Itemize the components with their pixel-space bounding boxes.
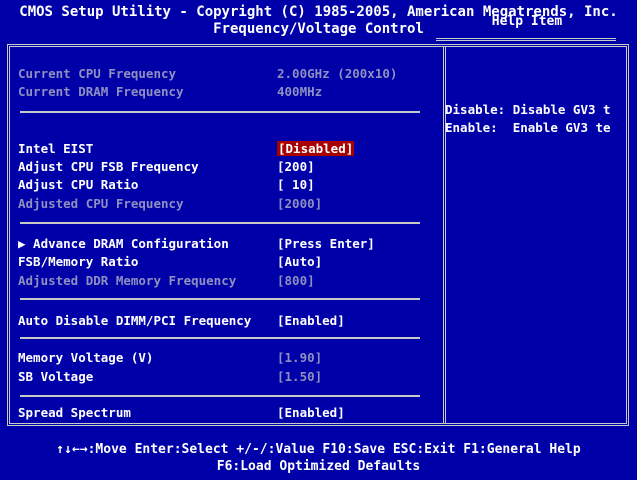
load-defaults-hint: F6:Load Optimized Defaults	[216, 459, 421, 474]
current-dram-frequency-label: Current DRAM Frequency	[18, 84, 184, 99]
help-separator	[436, 38, 616, 41]
key-help-footer: ↑↓←→:Move Enter:Select +/-/:Value F10:Sa…	[0, 430, 637, 480]
current-cpu-frequency-label: Current CPU Frequency	[18, 66, 177, 81]
help-line-disable: Disable: Disable GV3 t	[445, 102, 611, 117]
section-separator	[20, 395, 420, 397]
adjust-cpu-ratio-label[interactable]: Adjust CPU Ratio	[18, 177, 138, 192]
adjust-cpu-ratio-value[interactable]: [ 10]	[277, 177, 315, 192]
help-item-title: Help Item	[491, 14, 563, 29]
intel-eist-label[interactable]: Intel EIST	[18, 141, 93, 156]
advance-dram-configuration-value[interactable]: [Press Enter]	[277, 236, 375, 251]
help-line-enable: Enable: Enable GV3 te	[445, 120, 611, 135]
memory-voltage-label[interactable]: Memory Voltage (V)	[18, 350, 153, 365]
current-cpu-frequency-value: 2.00GHz (200x10)	[277, 66, 398, 81]
section-separator	[20, 298, 420, 300]
fsb-memory-ratio-label[interactable]: FSB/Memory Ratio	[18, 254, 138, 269]
current-dram-frequency-value: 400MHz	[277, 84, 323, 99]
adjusted-cpu-frequency-value: [2000]	[277, 196, 323, 211]
sb-voltage-label[interactable]: SB Voltage	[18, 369, 93, 384]
adjust-cpu-fsb-label[interactable]: Adjust CPU FSB Frequency	[18, 159, 199, 174]
auto-disable-dimm-pci-label[interactable]: Auto Disable DIMM/PCI Frequency	[18, 313, 251, 328]
intel-eist-value[interactable]: [Disabled]	[277, 141, 355, 156]
adjust-cpu-fsb-value[interactable]: [200]	[277, 159, 315, 174]
fsb-memory-ratio-value[interactable]: [Auto]	[277, 254, 322, 269]
adjusted-ddr-memory-frequency-value: [800]	[277, 273, 315, 288]
auto-disable-dimm-pci-value[interactable]: [Enabled]	[277, 313, 345, 328]
sb-voltage-value[interactable]: [1.50]	[277, 369, 322, 384]
adjusted-cpu-frequency-label: Adjusted CPU Frequency	[18, 196, 184, 211]
section-separator	[20, 222, 420, 224]
memory-voltage-value[interactable]: [1.90]	[277, 350, 322, 365]
section-separator	[20, 337, 420, 339]
adjusted-ddr-memory-frequency-label: Adjusted DDR Memory Frequency	[18, 273, 237, 288]
spread-spectrum-label[interactable]: Spread Spectrum	[18, 405, 131, 420]
advance-dram-configuration-label[interactable]: ▶ Advance DRAM Configuration	[18, 236, 229, 251]
key-help-line: ↑↓←→:Move Enter:Select +/-/:Value F10:Sa…	[56, 442, 581, 457]
spread-spectrum-value[interactable]: [Enabled]	[277, 405, 345, 420]
section-separator	[20, 111, 420, 113]
intel-eist-selected-value[interactable]: [Disabled]	[277, 141, 355, 156]
